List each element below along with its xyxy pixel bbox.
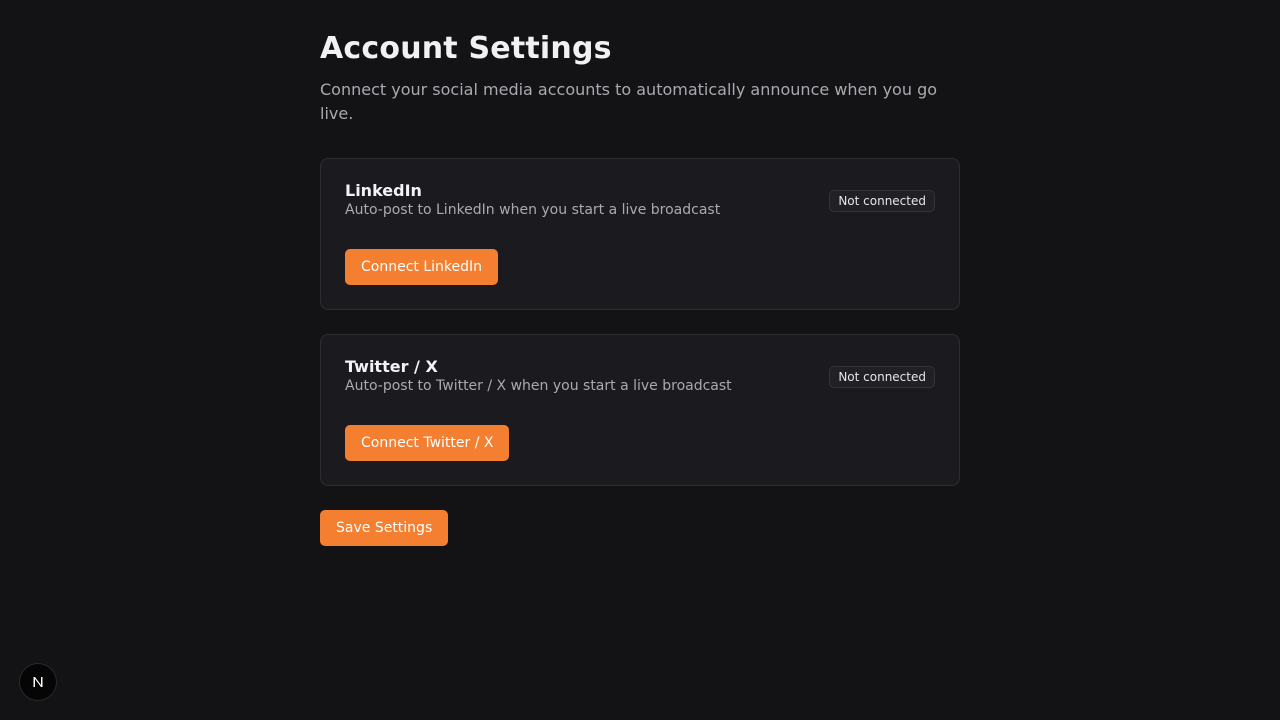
nextjs-logo-icon[interactable]: [20, 664, 56, 700]
page-title: Account Settings: [320, 31, 612, 66]
connect-twitter-button[interactable]: Connect Twitter / X: [345, 425, 510, 461]
twitter-card: Twitter / X Auto-post to Twitter / X whe…: [320, 334, 960, 486]
linkedin-status-badge: Not connected: [829, 190, 935, 212]
linkedin-card: LinkedIn Auto-post to LinkedIn when you …: [320, 158, 960, 310]
nextjs-n-glyph: [33, 677, 43, 687]
connect-linkedin-button[interactable]: Connect LinkedIn: [345, 249, 499, 285]
twitter-status-badge: Not connected: [829, 366, 935, 388]
settings-page: Account Settings Connect your social med…: [320, 30, 960, 546]
save-settings-button[interactable]: Save Settings: [320, 510, 449, 546]
page-subtitle: Connect your social media accounts to au…: [320, 80, 938, 123]
